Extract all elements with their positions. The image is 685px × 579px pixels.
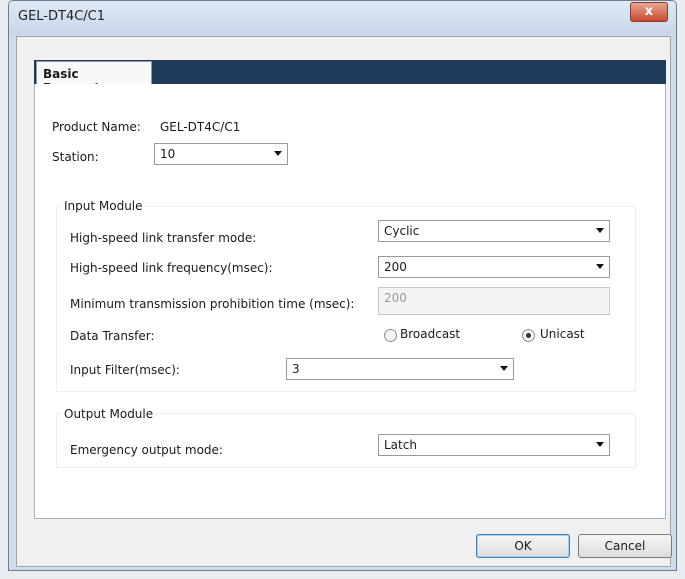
hs-frequency-label: High-speed link frequency(msec):	[70, 261, 273, 275]
unicast-radio[interactable]	[522, 329, 535, 342]
output-module-title: Output Module	[62, 407, 156, 421]
hs-transfer-mode-dropdown[interactable]: Cyclic	[378, 220, 610, 242]
broadcast-label[interactable]: Broadcast	[400, 327, 460, 341]
min-prohibition-label: Minimum transmission prohibition time (m…	[70, 297, 355, 311]
hs-transfer-mode-label: High-speed link transfer mode:	[70, 231, 257, 245]
emergency-mode-value: Latch	[384, 438, 417, 452]
chevron-down-icon	[596, 264, 604, 269]
window-title: GEL-DT4C/C1	[18, 9, 106, 24]
hs-frequency-dropdown[interactable]: 200	[378, 256, 610, 278]
cancel-button[interactable]: Cancel	[578, 534, 672, 558]
title-bar[interactable]	[9, 1, 676, 35]
input-filter-label: Input Filter(msec):	[70, 363, 180, 377]
broadcast-radio[interactable]	[384, 329, 397, 342]
chevron-down-icon	[596, 228, 604, 233]
station-dropdown[interactable]: 10	[154, 143, 288, 165]
ok-button[interactable]: OK	[476, 534, 570, 558]
station-label: Station:	[52, 150, 99, 164]
min-prohibition-field: 200	[378, 287, 610, 315]
chevron-down-icon	[596, 442, 604, 447]
close-icon: x	[644, 4, 654, 19]
unicast-label[interactable]: Unicast	[540, 327, 585, 341]
min-prohibition-value: 200	[384, 291, 407, 305]
input-module-title: Input Module	[62, 199, 145, 213]
chevron-down-icon	[274, 151, 282, 156]
emergency-mode-label: Emergency output mode:	[70, 443, 223, 457]
hs-frequency-value: 200	[384, 260, 407, 274]
data-transfer-label: Data Transfer:	[70, 329, 155, 343]
input-filter-value: 3	[292, 362, 300, 376]
station-value: 10	[160, 147, 176, 161]
chevron-down-icon	[500, 366, 508, 371]
input-filter-dropdown[interactable]: 3	[286, 358, 514, 380]
hs-transfer-mode-value: Cyclic	[384, 224, 420, 238]
tab-basic-parameter[interactable]: Basic Parameter	[36, 61, 152, 95]
product-name-label: Product Name:	[52, 120, 141, 134]
emergency-mode-dropdown[interactable]: Latch	[378, 434, 610, 456]
product-name-value: GEL-DT4C/C1	[160, 120, 241, 134]
close-button[interactable]: x	[630, 2, 668, 22]
